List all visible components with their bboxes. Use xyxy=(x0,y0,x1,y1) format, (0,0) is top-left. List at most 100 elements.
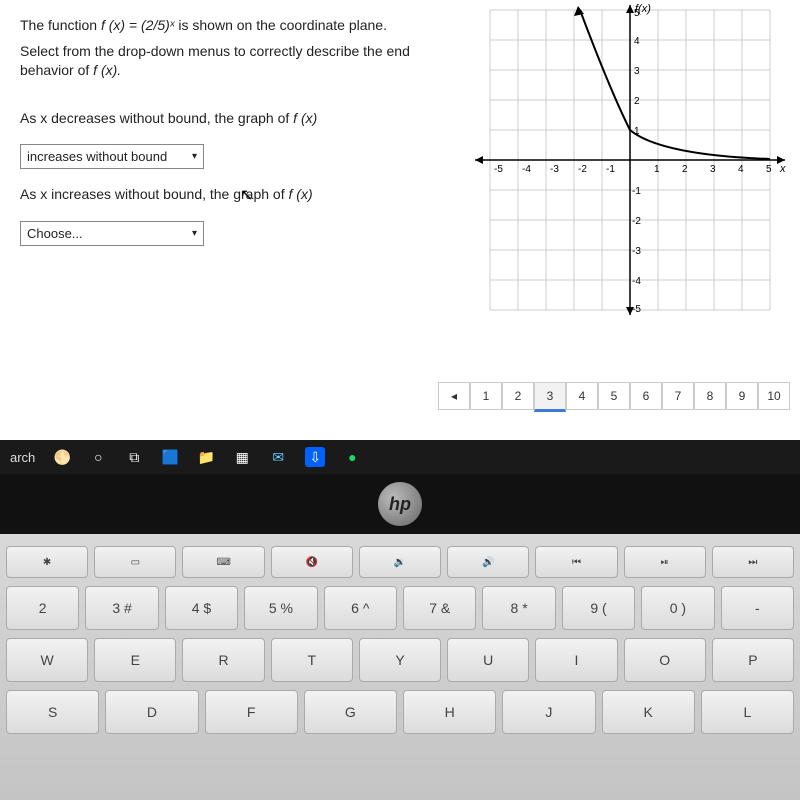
key-r[interactable]: R xyxy=(182,638,264,682)
fn-key[interactable]: 🔊 xyxy=(447,546,529,578)
fn-key[interactable]: ✱ xyxy=(6,546,88,578)
fn-key[interactable]: 🔇 xyxy=(271,546,353,578)
key-2[interactable]: 2 xyxy=(6,586,79,630)
key-f[interactable]: F xyxy=(205,690,298,734)
app-screen: The function f (x) = (2/5)ˣ is shown on … xyxy=(0,0,800,440)
svg-text:-2: -2 xyxy=(578,164,587,175)
prompt1-a: As x decreases without bound, the graph … xyxy=(20,110,293,126)
key-k[interactable]: K xyxy=(602,690,695,734)
key-w[interactable]: W xyxy=(6,638,88,682)
svg-text:-3: -3 xyxy=(632,246,641,257)
dropdown-1-value: increases without bound xyxy=(27,149,167,164)
svg-text:-3: -3 xyxy=(550,164,559,175)
mouse-cursor: ↖ xyxy=(240,185,253,205)
fn-row: ✱ ▭ ⌨ 🔇 🔉 🔊 ⏮ ⏯ ⏭ xyxy=(6,546,794,578)
keyboard: ✱ ▭ ⌨ 🔇 🔉 🔊 ⏮ ⏯ ⏭ 2 3 # 4 $ 5 % 6 ^ 7 & … xyxy=(0,534,800,800)
svg-text:-5: -5 xyxy=(632,304,641,315)
taskview-icon[interactable]: ⧉ xyxy=(125,448,143,466)
key-h[interactable]: H xyxy=(403,690,496,734)
hp-logo: hp xyxy=(378,482,422,526)
key-o[interactable]: O xyxy=(624,638,706,682)
instruction-a: Select from the drop-down menus to corre… xyxy=(20,43,410,59)
fn-key[interactable]: ⏭ xyxy=(712,546,794,578)
fn-key[interactable]: ▭ xyxy=(94,546,176,578)
svg-text:2: 2 xyxy=(682,164,688,175)
svg-text:3: 3 xyxy=(634,66,640,77)
spotify-icon[interactable]: ● xyxy=(343,448,361,466)
fn-key[interactable]: ⏮ xyxy=(535,546,617,578)
key-l[interactable]: L xyxy=(701,690,794,734)
key-7[interactable]: 7 & xyxy=(403,586,476,630)
key-i[interactable]: I xyxy=(535,638,617,682)
svg-text:5: 5 xyxy=(766,164,772,175)
store-icon[interactable]: ▦ xyxy=(233,448,251,466)
dropdown-2[interactable]: Choose... ▾ xyxy=(20,221,204,246)
key-t[interactable]: T xyxy=(271,638,353,682)
pagination: ◂ 1 2 3 4 5 6 7 8 9 10 xyxy=(438,382,790,412)
folder-icon[interactable]: 📁 xyxy=(197,448,215,466)
key-0[interactable]: 0 ) xyxy=(641,586,714,630)
svg-text:-4: -4 xyxy=(632,276,641,287)
graph-svg: f(x) x -5-4-3 -2-1 123 45 123 45 -1-2-3 … xyxy=(470,0,790,320)
fn-key[interactable]: ⏯ xyxy=(624,546,706,578)
prompt2-b: f (x) xyxy=(289,186,313,202)
fn-key[interactable]: ⌨ xyxy=(182,546,264,578)
page-9-button[interactable]: 9 xyxy=(726,382,758,410)
graph: f(x) x -5-4-3 -2-1 123 45 123 45 -1-2-3 … xyxy=(470,0,790,320)
instruction-b: behavior of xyxy=(20,62,93,78)
key-3[interactable]: 3 # xyxy=(85,586,158,630)
key-s[interactable]: S xyxy=(6,690,99,734)
svg-text:3: 3 xyxy=(710,164,716,175)
svg-text:-4: -4 xyxy=(522,164,531,175)
instruction-line: Select from the drop-down menus to corre… xyxy=(20,42,460,81)
key-5[interactable]: 5 % xyxy=(244,586,317,630)
page-2-button[interactable]: 2 xyxy=(502,382,534,410)
num-row: 2 3 # 4 $ 5 % 6 ^ 7 & 8 * 9 ( 0 ) - xyxy=(6,586,794,630)
key-g[interactable]: G xyxy=(304,690,397,734)
key-minus[interactable]: - xyxy=(721,586,794,630)
row-qwerty: W E R T Y U I O P xyxy=(6,638,794,682)
fn-key[interactable]: 🔉 xyxy=(359,546,441,578)
laptop-bezel: hp xyxy=(0,474,800,534)
intro-text-a: The function xyxy=(20,17,101,33)
page-8-button[interactable]: 8 xyxy=(694,382,726,410)
circle-icon[interactable]: ○ xyxy=(89,448,107,466)
dropbox-icon[interactable]: ⇩ xyxy=(305,447,325,467)
key-4[interactable]: 4 $ xyxy=(165,586,238,630)
svg-text:-1: -1 xyxy=(632,186,641,197)
page-7-button[interactable]: 7 xyxy=(662,382,694,410)
svg-text:2: 2 xyxy=(634,96,640,107)
key-j[interactable]: J xyxy=(502,690,595,734)
page-prev-button[interactable]: ◂ xyxy=(438,382,470,410)
taskbar: arch 🌕 ○ ⧉ 🟦 📁 ▦ ✉ ⇩ ● xyxy=(0,440,800,474)
svg-text:5: 5 xyxy=(634,8,640,19)
page-5-button[interactable]: 5 xyxy=(598,382,630,410)
question-panel: The function f (x) = (2/5)ˣ is shown on … xyxy=(20,10,460,256)
dropdown-1[interactable]: increases without bound ▾ xyxy=(20,144,204,169)
dropdown-2-value: Choose... xyxy=(27,226,83,241)
page-6-button[interactable]: 6 xyxy=(630,382,662,410)
planet-icon[interactable]: 🌕 xyxy=(53,448,71,466)
key-u[interactable]: U xyxy=(447,638,529,682)
svg-text:4: 4 xyxy=(738,164,744,175)
intro-text-b: is shown on the coordinate plane. xyxy=(178,17,387,33)
intro-line: The function f (x) = (2/5)ˣ is shown on … xyxy=(20,16,460,36)
page-1-button[interactable]: 1 xyxy=(470,382,502,410)
svg-text:1: 1 xyxy=(654,164,660,175)
chevron-down-icon: ▾ xyxy=(192,151,197,162)
page-10-button[interactable]: 10 xyxy=(758,382,790,410)
svg-text:x: x xyxy=(779,163,786,175)
key-9[interactable]: 9 ( xyxy=(562,586,635,630)
mail-icon[interactable]: ✉ xyxy=(269,448,287,466)
key-e[interactable]: E xyxy=(94,638,176,682)
prompt1-b: f (x) xyxy=(293,110,317,126)
key-8[interactable]: 8 * xyxy=(482,586,555,630)
edge-icon[interactable]: 🟦 xyxy=(161,448,179,466)
page-3-button[interactable]: 3 xyxy=(534,382,566,412)
key-d[interactable]: D xyxy=(105,690,198,734)
page-4-button[interactable]: 4 xyxy=(566,382,598,410)
taskbar-search[interactable]: arch xyxy=(10,450,35,465)
key-y[interactable]: Y xyxy=(359,638,441,682)
key-p[interactable]: P xyxy=(712,638,794,682)
key-6[interactable]: 6 ^ xyxy=(324,586,397,630)
